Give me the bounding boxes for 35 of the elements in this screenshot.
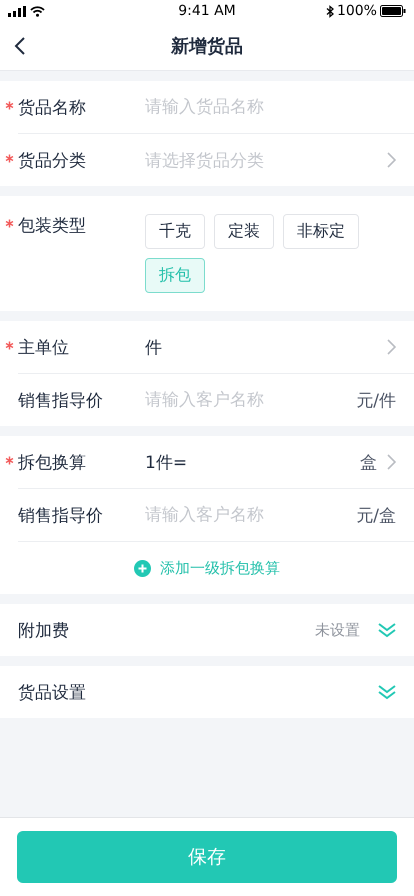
field-label: 货品分类 <box>18 148 145 172</box>
battery-icon <box>380 5 406 17</box>
package-type-tag[interactable]: 千克 <box>145 214 205 249</box>
input-field[interactable]: 请输入客户名称 <box>145 390 348 410</box>
field-label: 包装类型 <box>18 214 145 237</box>
field-label: 主单位 <box>18 336 145 358</box>
double-chevron-down-icon[interactable] <box>378 684 396 700</box>
unit-label: 元/件 <box>356 390 396 412</box>
package-type-tag[interactable]: 非标定 <box>283 214 359 249</box>
unit-label: 盒 <box>360 452 377 474</box>
back-icon[interactable] <box>14 37 25 55</box>
chevron-right-icon <box>387 339 396 355</box>
field-label: 销售指导价 <box>18 504 104 526</box>
section-title: 货品设置 <box>18 682 87 704</box>
field-value[interactable]: 1件= <box>145 450 352 474</box>
field-label: 货品名称 <box>18 96 145 118</box>
chevron-right-icon <box>387 454 396 470</box>
status-time: 9:41 AM <box>178 3 236 19</box>
wifi-icon <box>30 6 45 16</box>
double-chevron-down-icon[interactable] <box>378 622 396 638</box>
plus-circle-icon <box>134 560 151 576</box>
input-field[interactable]: 请输入货品名称 <box>145 97 396 117</box>
input-field[interactable]: 请输入客户名称 <box>145 505 348 525</box>
page-title: 新增货品 <box>171 35 243 58</box>
field-value[interactable]: 件 <box>145 336 387 358</box>
status-text: 未设置 <box>315 620 360 640</box>
unit-label: 元/盒 <box>356 504 396 526</box>
battery-percent: 100% <box>336 3 377 19</box>
field-label: 拆包换算 <box>18 450 145 474</box>
bluetooth-icon <box>326 4 334 18</box>
chevron-right-icon <box>387 152 396 168</box>
section-title: 附加费 <box>18 620 70 642</box>
package-type-tag[interactable]: 定装 <box>214 214 274 249</box>
signal-icon <box>8 6 26 16</box>
field-label: 销售指导价 <box>18 390 104 412</box>
